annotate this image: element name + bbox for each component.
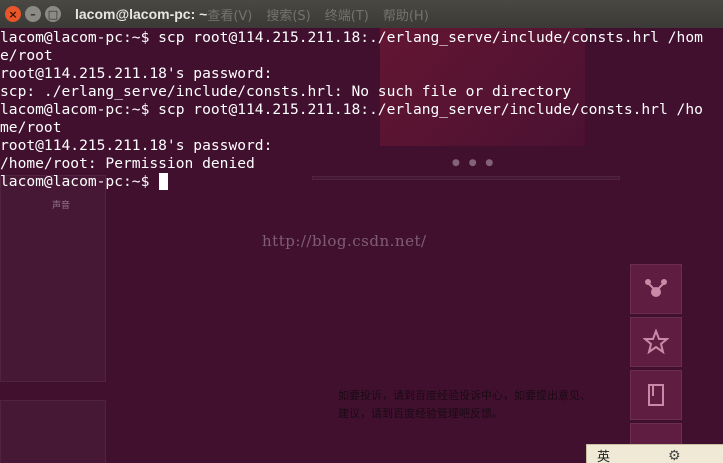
menu-bar: 查看(V) 搜索(S) 终端(T) 帮助(H)	[207, 5, 442, 24]
menu-help[interactable]: 帮助(H)	[383, 5, 429, 24]
terminal-line: lacom@lacom-pc:~$ scp root@114.215.211.1…	[0, 101, 703, 118]
terminal-line: root@114.215.211.18's password:	[0, 65, 273, 82]
text-cursor	[159, 173, 169, 190]
close-button[interactable]: ×	[5, 6, 21, 22]
terminal-line: lacom@lacom-pc:~$ scp root@114.215.211.1…	[0, 29, 703, 46]
terminal-line: root@114.215.211.18's password:	[0, 137, 273, 154]
menu-terminal[interactable]: 终端(T)	[325, 5, 369, 24]
terminal-line: e/root	[0, 47, 53, 64]
terminal-line: /home/root: Permission denied	[0, 155, 255, 172]
terminal-output[interactable]: lacom@lacom-pc:~$ scp root@114.215.211.1…	[0, 29, 723, 463]
window-title: lacom@lacom-pc: ~	[75, 6, 208, 22]
maximize-button[interactable]: □	[45, 6, 61, 22]
title-bar: × – □ lacom@lacom-pc: ~ 查看(V) 搜索(S) 终端(T…	[0, 0, 723, 28]
terminal-prompt: lacom@lacom-pc:~$	[0, 173, 159, 190]
terminal-line: scp: ./erlang_serve/include/consts.hrl: …	[0, 83, 572, 100]
menu-search[interactable]: 搜索(S)	[266, 5, 310, 24]
terminal-line: me/root	[0, 119, 62, 136]
terminal-prompt-line[interactable]: lacom@lacom-pc:~$	[0, 173, 723, 191]
terminal-window: 声音 ● ● ● http://blog.csdn.net/ 如要投诉，请到百度…	[0, 0, 723, 463]
minimize-button[interactable]: –	[25, 6, 41, 22]
menu-view[interactable]: 查看(V)	[207, 5, 252, 24]
